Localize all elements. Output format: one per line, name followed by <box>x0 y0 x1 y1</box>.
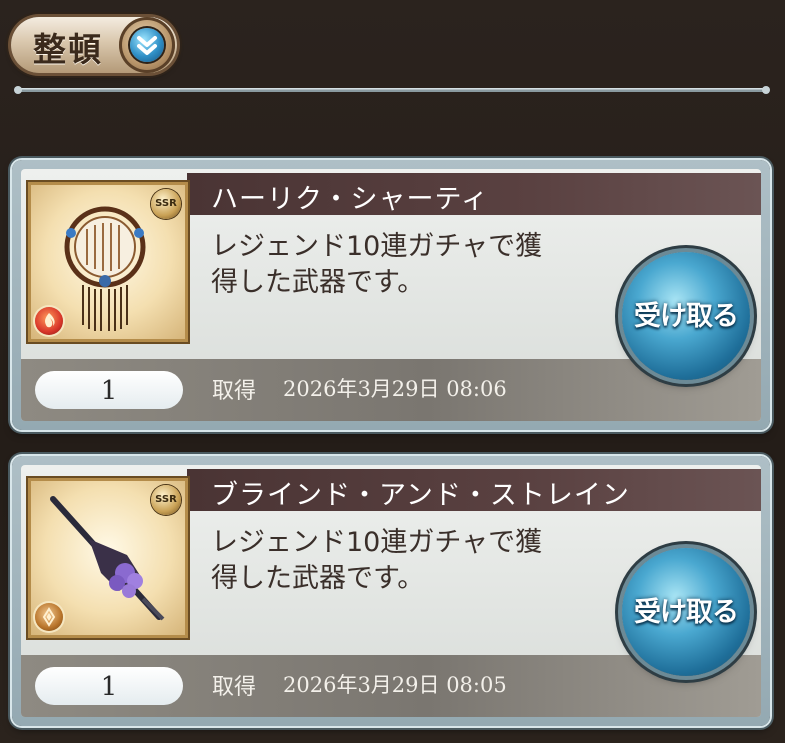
receive-button[interactable]: 受け取る <box>622 548 750 676</box>
sort-button[interactable]: 整頓 <box>11 17 177 73</box>
acquired-label: 取得 <box>212 379 257 404</box>
divider <box>14 86 770 94</box>
receive-button[interactable]: 受け取る <box>622 252 750 380</box>
rarity-ssr-icon: SSR <box>151 485 181 515</box>
acquired-label: 取得 <box>212 675 257 700</box>
reward-card: ブラインド・アンド・ストレイン レジェンド10連ガチャで獲 得した武器です。 1… <box>12 456 770 726</box>
sort-label: 整頓 <box>33 30 103 69</box>
item-name-bar: ハーリク・シャーティ <box>187 173 761 215</box>
quantity-badge: 1 <box>35 371 183 409</box>
acquired-date: 2026年3月29日 08:05 <box>283 673 507 697</box>
rarity-ssr-icon: SSR <box>151 189 181 219</box>
receive-button-label: 受け取る <box>634 597 739 628</box>
item-description: レジェンド10連ガチャで獲 得した武器です。 <box>211 527 543 594</box>
item-name: ハーリク・シャーティ <box>211 184 489 215</box>
earth-element-icon <box>35 603 63 631</box>
acquired-date: 2026年3月29日 08:06 <box>283 377 507 401</box>
fire-element-icon <box>35 307 63 335</box>
quantity-badge: 1 <box>35 667 183 705</box>
item-name: ブラインド・アンド・ストレイン <box>211 480 630 511</box>
chevron-double-down-icon[interactable] <box>119 17 175 73</box>
reward-card: ハーリク・シャーティ レジェンド10連ガチャで獲 得した武器です。 1 取得 2… <box>12 160 770 430</box>
weapon-thumbnail: SSR <box>31 481 185 635</box>
weapon-thumbnail: SSR <box>31 185 185 339</box>
item-description: レジェンド10連ガチャで獲 得した武器です。 <box>211 231 543 298</box>
item-name-bar: ブラインド・アンド・ストレイン <box>187 469 761 511</box>
receive-button-label: 受け取る <box>634 301 739 332</box>
